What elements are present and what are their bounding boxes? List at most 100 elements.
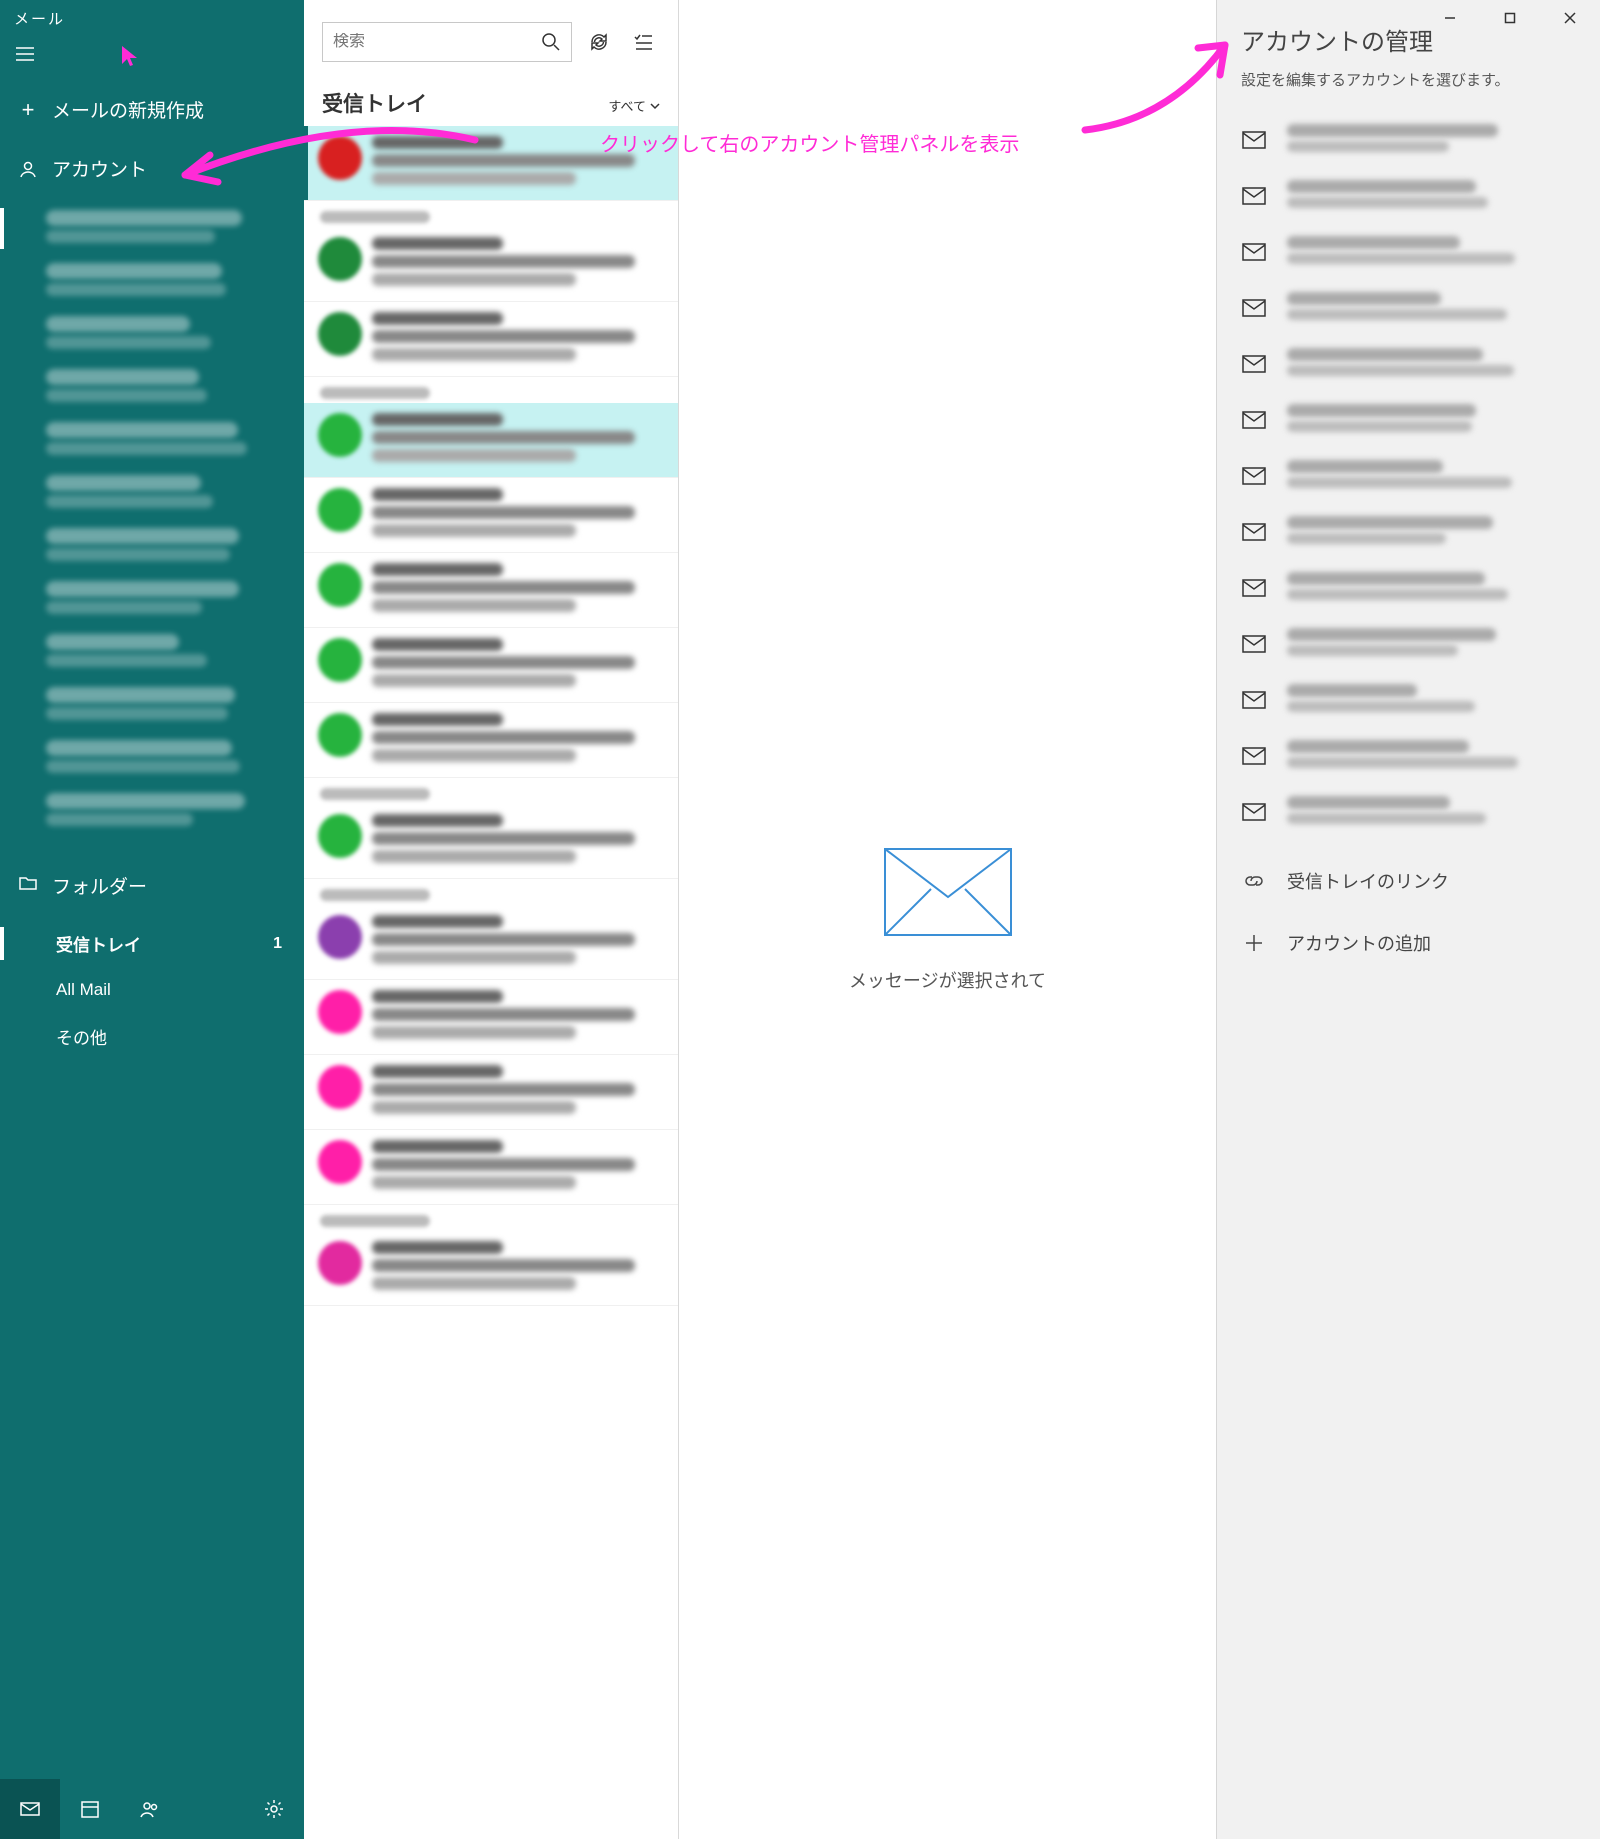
folder-label: 受信トレイ xyxy=(56,931,141,956)
reading-pane: メッセージが選択されて xyxy=(679,0,1216,1839)
sidebar-account-item[interactable] xyxy=(0,626,304,679)
select-mode-button[interactable] xyxy=(626,25,660,59)
folder-list: 受信トレイ1All Mail その他 xyxy=(0,915,304,1061)
calendar-nav-button[interactable] xyxy=(60,1779,120,1839)
accounts-header[interactable]: アカウント xyxy=(0,141,304,196)
annotation-cursor-icon xyxy=(120,44,140,68)
envelope-icon xyxy=(1241,466,1267,486)
person-icon xyxy=(18,159,38,179)
envelope-icon xyxy=(1241,242,1267,262)
account-panel-item[interactable] xyxy=(1217,168,1600,224)
avatar xyxy=(318,237,362,281)
envelope-icon xyxy=(1241,746,1267,766)
link-inbox-button[interactable]: 受信トレイのリンク xyxy=(1217,850,1600,912)
account-panel-item[interactable] xyxy=(1217,112,1600,168)
add-account-button[interactable]: アカウントの追加 xyxy=(1217,912,1600,974)
folders-header[interactable]: フォルダー xyxy=(0,856,304,915)
sidebar-account-item[interactable] xyxy=(0,361,304,414)
maximize-button[interactable] xyxy=(1480,0,1540,36)
sidebar-account-item[interactable] xyxy=(0,732,304,785)
folder-icon xyxy=(18,873,38,899)
list-toolbar xyxy=(304,0,678,72)
message-item[interactable] xyxy=(304,980,678,1055)
message-item[interactable] xyxy=(304,302,678,377)
reading-empty-text: メッセージが選択されて xyxy=(849,967,1046,993)
folder-item[interactable]: 受信トレイ1 xyxy=(0,919,304,968)
avatar xyxy=(318,1241,362,1285)
folder-item[interactable]: All Mail xyxy=(0,968,304,1012)
avatar xyxy=(318,413,362,457)
avatar xyxy=(318,1065,362,1109)
message-list-pane: 受信トレイ すべて xyxy=(304,0,679,1839)
people-nav-button[interactable] xyxy=(120,1779,180,1839)
list-date-separator xyxy=(304,1205,678,1231)
new-mail-label: メールの新規作成 xyxy=(52,96,204,123)
message-item[interactable] xyxy=(304,703,678,778)
message-item[interactable] xyxy=(304,1130,678,1205)
sidebar-account-item[interactable] xyxy=(0,785,304,838)
list-filter-dropdown[interactable]: すべて xyxy=(608,96,660,115)
list-folder-name: 受信トレイ xyxy=(322,88,427,118)
sidebar-account-list xyxy=(0,196,304,856)
account-panel-item[interactable] xyxy=(1217,560,1600,616)
sidebar-account-item[interactable] xyxy=(0,202,304,255)
folder-item[interactable]: その他 xyxy=(0,1012,304,1061)
account-panel-subtitle: 設定を編集するアカウントを選びます。 xyxy=(1217,65,1600,106)
envelope-icon xyxy=(1241,690,1267,710)
new-mail-button[interactable]: + メールの新規作成 xyxy=(0,78,304,141)
account-panel-item[interactable] xyxy=(1217,336,1600,392)
envelope-icon xyxy=(1241,354,1267,374)
message-item[interactable] xyxy=(304,628,678,703)
message-item[interactable] xyxy=(304,553,678,628)
avatar xyxy=(318,563,362,607)
envelope-icon xyxy=(1241,298,1267,318)
envelope-icon xyxy=(1241,802,1267,822)
search-input[interactable] xyxy=(333,33,541,51)
link-icon xyxy=(1241,869,1267,893)
settings-button[interactable] xyxy=(244,1779,304,1839)
account-panel-item[interactable] xyxy=(1217,672,1600,728)
message-item[interactable] xyxy=(304,1231,678,1306)
accounts-header-label: アカウント xyxy=(52,155,147,182)
message-list[interactable] xyxy=(304,126,678,1839)
hamburger-button[interactable] xyxy=(0,33,304,78)
avatar xyxy=(318,1140,362,1184)
envelope-icon xyxy=(1241,130,1267,150)
list-header: 受信トレイ すべて xyxy=(304,72,678,126)
avatar xyxy=(318,915,362,959)
message-item[interactable] xyxy=(304,403,678,478)
message-item[interactable] xyxy=(304,478,678,553)
app-title: メール xyxy=(0,0,304,33)
account-panel-item[interactable] xyxy=(1217,616,1600,672)
message-item[interactable] xyxy=(304,804,678,879)
message-item[interactable] xyxy=(304,905,678,980)
message-item[interactable] xyxy=(304,1055,678,1130)
sync-button[interactable] xyxy=(582,25,616,59)
link-inbox-label: 受信トレイのリンク xyxy=(1287,868,1449,894)
sidebar-account-item[interactable] xyxy=(0,573,304,626)
folder-label: その他 xyxy=(56,1024,107,1049)
envelope-icon xyxy=(1241,186,1267,206)
sidebar-account-item[interactable] xyxy=(0,414,304,467)
mail-nav-button[interactable] xyxy=(0,1779,60,1839)
envelope-icon xyxy=(1241,578,1267,598)
account-panel-item[interactable] xyxy=(1217,224,1600,280)
account-panel-item[interactable] xyxy=(1217,448,1600,504)
account-panel-item[interactable] xyxy=(1217,784,1600,840)
close-button[interactable] xyxy=(1540,0,1600,36)
account-panel-item[interactable] xyxy=(1217,728,1600,784)
search-box[interactable] xyxy=(322,22,572,62)
message-item[interactable] xyxy=(304,227,678,302)
window-titlebar xyxy=(1420,0,1600,36)
sidebar-account-item[interactable] xyxy=(0,467,304,520)
plus-icon: + xyxy=(18,97,38,123)
sidebar-account-item[interactable] xyxy=(0,308,304,361)
annotation-text: クリックして右のアカウント管理パネルを表示 xyxy=(600,128,1019,157)
sidebar-account-item[interactable] xyxy=(0,255,304,308)
account-panel-item[interactable] xyxy=(1217,504,1600,560)
sidebar-account-item[interactable] xyxy=(0,679,304,732)
account-panel-item[interactable] xyxy=(1217,392,1600,448)
sidebar-account-item[interactable] xyxy=(0,520,304,573)
minimize-button[interactable] xyxy=(1420,0,1480,36)
account-panel-item[interactable] xyxy=(1217,280,1600,336)
